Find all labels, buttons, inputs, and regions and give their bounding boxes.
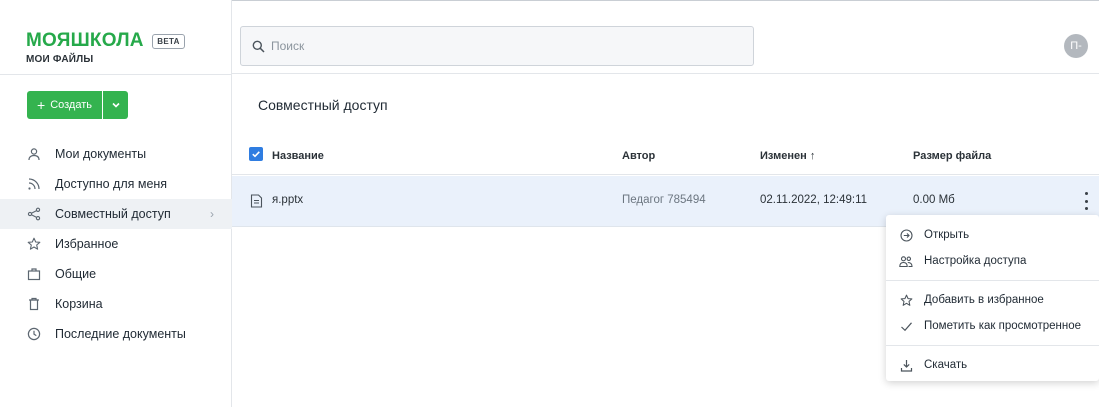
page-title: Совместный доступ — [258, 97, 388, 113]
context-menu: Открыть Настройка доступа Добавить в изб… — [886, 215, 1099, 381]
checkmark-icon — [899, 319, 913, 333]
star-icon — [27, 237, 41, 251]
clock-icon — [27, 327, 41, 341]
file-author: Педагог 785494 — [622, 194, 706, 206]
search-input[interactable] — [271, 39, 731, 53]
beta-badge: BETA — [152, 33, 185, 49]
open-icon — [899, 228, 913, 242]
file-modified: 02.11.2022, 12:49:11 — [760, 194, 868, 206]
sidebar-item-label: Общие — [55, 267, 97, 281]
download-icon — [899, 358, 913, 372]
sidebar-item-label: Избранное — [55, 237, 119, 251]
sidebar-item-recent-documents[interactable]: Последние документы — [0, 319, 232, 349]
column-header-name[interactable]: Название — [272, 150, 324, 162]
create-button-label: Создать — [50, 99, 92, 111]
sidebar-item-label: Мои документы — [55, 147, 147, 161]
search-box[interactable] — [240, 26, 754, 66]
menu-item-mark-viewed[interactable]: Пометить как просмотренное — [886, 313, 1099, 339]
menu-item-label: Добавить в избранное — [924, 294, 1044, 306]
person-icon — [27, 147, 41, 161]
chevron-down-icon — [111, 102, 120, 108]
trash-icon — [27, 297, 41, 311]
create-dropdown-button[interactable] — [102, 91, 128, 119]
menu-divider — [886, 280, 1099, 281]
rss-icon — [27, 177, 41, 191]
file-size: 0.00 Мб — [913, 194, 955, 206]
section-subtitle: МОИ ФАЙЛЫ — [26, 54, 94, 65]
menu-item-label: Пометить как просмотренное — [924, 320, 1082, 332]
sidebar-nav: Мои документы Доступно для меня Совместн… — [0, 139, 232, 349]
brand: МОЯШКОЛА BETA МОИ ФАЙЛЫ — [26, 30, 185, 65]
create-button[interactable]: + Создать — [27, 91, 102, 119]
checkmark-icon — [252, 151, 260, 158]
sidebar-item-trash[interactable]: Корзина — [0, 289, 232, 319]
plus-icon: + — [37, 97, 46, 113]
menu-item-label: Настройка доступа — [924, 255, 1027, 267]
menu-divider — [886, 345, 1099, 346]
briefcase-icon — [27, 267, 41, 281]
top-bar: П- — [232, 0, 1099, 74]
menu-item-access-settings[interactable]: Настройка доступа — [886, 248, 1099, 274]
document-icon — [250, 194, 263, 208]
sidebar-item-label: Корзина — [55, 297, 103, 311]
sidebar-item-my-documents[interactable]: Мои документы — [0, 139, 232, 169]
menu-item-add-favorite[interactable]: Добавить в избранное — [886, 287, 1099, 313]
file-name[interactable]: я.pptx — [272, 194, 303, 206]
divider — [0, 74, 232, 75]
avatar[interactable]: П- — [1064, 34, 1088, 58]
sidebar-item-label: Совместный доступ — [55, 207, 171, 221]
menu-item-open[interactable]: Открыть — [886, 222, 1099, 248]
people-icon — [899, 254, 913, 268]
menu-item-label: Открыть — [924, 229, 970, 241]
sidebar-item-label: Последние документы — [55, 327, 186, 341]
share-icon — [27, 207, 41, 221]
column-header-modified[interactable]: Изменен ↑ — [760, 150, 815, 162]
sidebar-item-common[interactable]: Общие — [0, 259, 232, 289]
logo[interactable]: МОЯШКОЛА — [26, 30, 144, 52]
select-all-checkbox[interactable] — [249, 147, 263, 161]
sidebar-item-shared-access[interactable]: Совместный доступ › — [0, 199, 232, 229]
sidebar: МОЯШКОЛА BETA МОИ ФАЙЛЫ + Создать Мои до… — [0, 0, 232, 407]
sidebar-item-favorites[interactable]: Избранное — [0, 229, 232, 259]
table-header: Название Автор Изменен ↑ Размер файла — [232, 139, 1099, 175]
sidebar-item-label: Доступно для меня — [55, 177, 168, 191]
column-header-author[interactable]: Автор — [622, 150, 655, 162]
sidebar-item-available-to-me[interactable]: Доступно для меня — [0, 169, 232, 199]
create-button-group: + Создать — [27, 91, 128, 119]
chevron-right-icon: › — [210, 207, 214, 221]
star-icon — [899, 293, 913, 307]
column-header-size[interactable]: Размер файла — [913, 150, 991, 162]
more-options-icon[interactable] — [1083, 192, 1089, 210]
menu-item-download[interactable]: Скачать — [886, 352, 1099, 378]
menu-item-label: Скачать — [924, 359, 968, 371]
search-icon — [252, 40, 265, 53]
